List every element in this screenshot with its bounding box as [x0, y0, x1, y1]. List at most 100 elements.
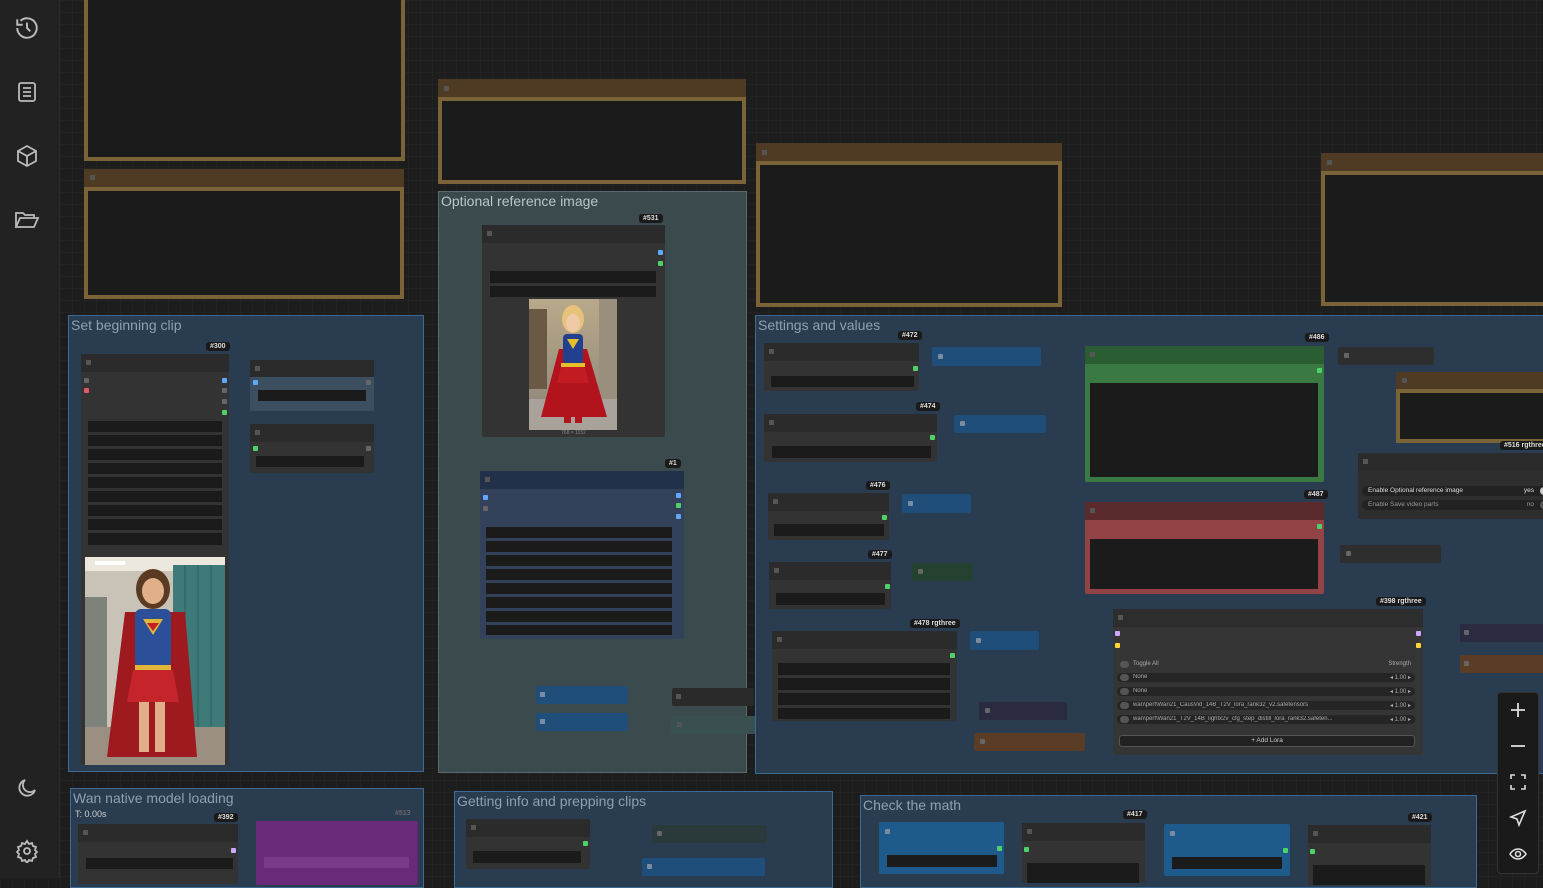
set-node[interactable]: [970, 631, 1039, 650]
int-value-node[interactable]: [769, 562, 891, 609]
get-node[interactable]: [652, 825, 767, 843]
power-lora-loader-node[interactable]: Toggle All Strength None ◂ 1.00 ▸ None ◂…: [1113, 609, 1423, 755]
folder-open-icon[interactable]: [11, 204, 43, 236]
lora-toggle[interactable]: [1120, 674, 1129, 681]
get-frame-node[interactable]: [250, 424, 374, 473]
gear-icon[interactable]: [11, 835, 43, 867]
node-id-badge: #300: [206, 342, 230, 351]
fast-groups-bypasser-node[interactable]: Enable Optional reference image yes Enab…: [1358, 453, 1543, 519]
empty-node-frame[interactable]: [438, 97, 746, 184]
prompt-positive-node[interactable]: [1085, 346, 1324, 482]
minus-icon[interactable]: [1498, 729, 1538, 763]
video-frame-preview: [85, 557, 225, 765]
graph-canvas[interactable]: Optional reference image #531 768 × 1152…: [60, 0, 1543, 888]
set-node[interactable]: [1460, 624, 1543, 642]
node-id-badge: #398 rgthree: [1376, 597, 1426, 606]
lora-row[interactable]: wan\perf\Wan21_CausVid_14B_T2V_lora_rank…: [1117, 701, 1415, 710]
group-wan-native-model-loading[interactable]: Wan native model loading T: 0.00s #392 #…: [70, 788, 424, 888]
get-node[interactable]: [1164, 824, 1290, 876]
node-header[interactable]: [1321, 153, 1543, 173]
math-expression-node[interactable]: [1022, 823, 1145, 883]
reroute-node[interactable]: [536, 686, 628, 704]
lora-header-row: Toggle All Strength: [1117, 660, 1415, 669]
group-title: Settings and values: [758, 317, 881, 333]
group-set-beginning-clip[interactable]: Set beginning clip #300: [68, 315, 424, 772]
group-title: Check the math: [863, 797, 962, 813]
node-header[interactable]: [1396, 372, 1543, 390]
node-header[interactable]: [438, 79, 746, 99]
toggle-save-video-parts[interactable]: Enable Save video parts no: [1362, 500, 1543, 510]
lora-toggle[interactable]: [1120, 702, 1129, 709]
node-header[interactable]: [756, 143, 1062, 163]
empty-node-frame[interactable]: [84, 187, 404, 299]
toggle-optional-reference[interactable]: Enable Optional reference image yes: [1362, 486, 1543, 496]
set-node[interactable]: [912, 563, 973, 581]
lora-row[interactable]: None ◂ 1.00 ▸: [1117, 673, 1415, 682]
load-video-node[interactable]: [81, 354, 229, 765]
add-lora-button[interactable]: + Add Lora: [1119, 735, 1415, 747]
lora-row[interactable]: wan\perf\Wan21_T2V_14B_lightx2v_cfg_step…: [1117, 715, 1415, 724]
set-node[interactable]: [902, 494, 971, 513]
node-id-badge: #477: [868, 550, 892, 559]
node-id-badge: #516 rgthree: [1500, 441, 1543, 450]
group-optional-reference-image[interactable]: Optional reference image #531 768 × 1152…: [438, 191, 774, 773]
group-getting-info-and-prepping-clips[interactable]: Getting info and prepping clips: [454, 791, 833, 888]
plus-icon[interactable]: [1498, 693, 1538, 727]
set-node[interactable]: [954, 415, 1046, 433]
node-id-badge: #474: [916, 402, 940, 411]
get-node[interactable]: [974, 733, 1085, 751]
get-node[interactable]: [979, 702, 1067, 720]
empty-node-frame[interactable]: [84, 0, 405, 161]
cube-icon[interactable]: [11, 140, 43, 172]
int-value-node[interactable]: [764, 343, 919, 391]
node-id-badge: #486: [1305, 333, 1329, 342]
reroute-node[interactable]: [536, 713, 628, 731]
lora-strength[interactable]: ◂ 1.00 ▸: [1390, 688, 1411, 695]
empty-node-frame[interactable]: [756, 161, 1062, 307]
toggle-all-switch[interactable]: [1120, 661, 1129, 668]
image-batch-node[interactable]: [250, 360, 374, 411]
reference-image-preview: [529, 299, 617, 430]
lora-toggle[interactable]: [1120, 688, 1129, 695]
lora-strength[interactable]: ◂ 1.00 ▸: [1390, 716, 1411, 723]
switch-node[interactable]: [672, 688, 754, 706]
set-node[interactable]: [1338, 347, 1434, 365]
lora-strength[interactable]: ◂ 1.00 ▸: [1390, 702, 1411, 709]
get-image-size-node[interactable]: [466, 819, 590, 869]
send-icon[interactable]: [1498, 801, 1538, 835]
int-value-node[interactable]: [768, 493, 889, 540]
group-settings-and-values[interactable]: Settings and values #472 #474 #476 #477: [755, 315, 1543, 774]
moon-icon[interactable]: [11, 772, 43, 804]
load-image-node[interactable]: 768 × 1152: [482, 225, 665, 437]
get-node[interactable]: [642, 858, 765, 876]
lora-row[interactable]: None ◂ 1.00 ▸: [1117, 687, 1415, 696]
empty-node-frame[interactable]: [1321, 171, 1543, 306]
get-node[interactable]: [879, 822, 1004, 874]
eye-icon[interactable]: [1498, 837, 1538, 871]
empty-node-frame[interactable]: [1396, 389, 1543, 443]
unet-loader-node[interactable]: [78, 824, 238, 884]
image-select-widget[interactable]: [490, 271, 656, 283]
image-resize-node[interactable]: [480, 471, 684, 639]
fit-screen-icon[interactable]: [1498, 765, 1538, 799]
execution-timer: T: 0.00s: [75, 809, 107, 819]
history-icon[interactable]: [11, 12, 43, 44]
lora-strength[interactable]: ◂ 1.00 ▸: [1390, 674, 1411, 681]
lora-toggle[interactable]: [1120, 716, 1129, 723]
upload-widget[interactable]: [490, 286, 656, 297]
node-id-badge: #392: [214, 813, 238, 822]
set-node[interactable]: [1460, 655, 1543, 673]
group-title: Optional reference image: [441, 193, 599, 209]
math-expression-node[interactable]: [1308, 825, 1431, 885]
node-header[interactable]: [84, 169, 404, 187]
set-node[interactable]: [1340, 545, 1441, 563]
seed-node[interactable]: [772, 631, 957, 721]
prompt-negative-node[interactable]: [1085, 502, 1324, 594]
float-value-node[interactable]: [764, 414, 937, 462]
group-check-the-math[interactable]: Check the math #417 #421: [860, 795, 1477, 888]
bypassed-node[interactable]: [256, 821, 418, 885]
canvas-controls: [1497, 692, 1539, 874]
document-icon[interactable]: [11, 76, 43, 108]
node-id-badge: #513: [395, 810, 411, 817]
set-node[interactable]: [932, 347, 1041, 366]
